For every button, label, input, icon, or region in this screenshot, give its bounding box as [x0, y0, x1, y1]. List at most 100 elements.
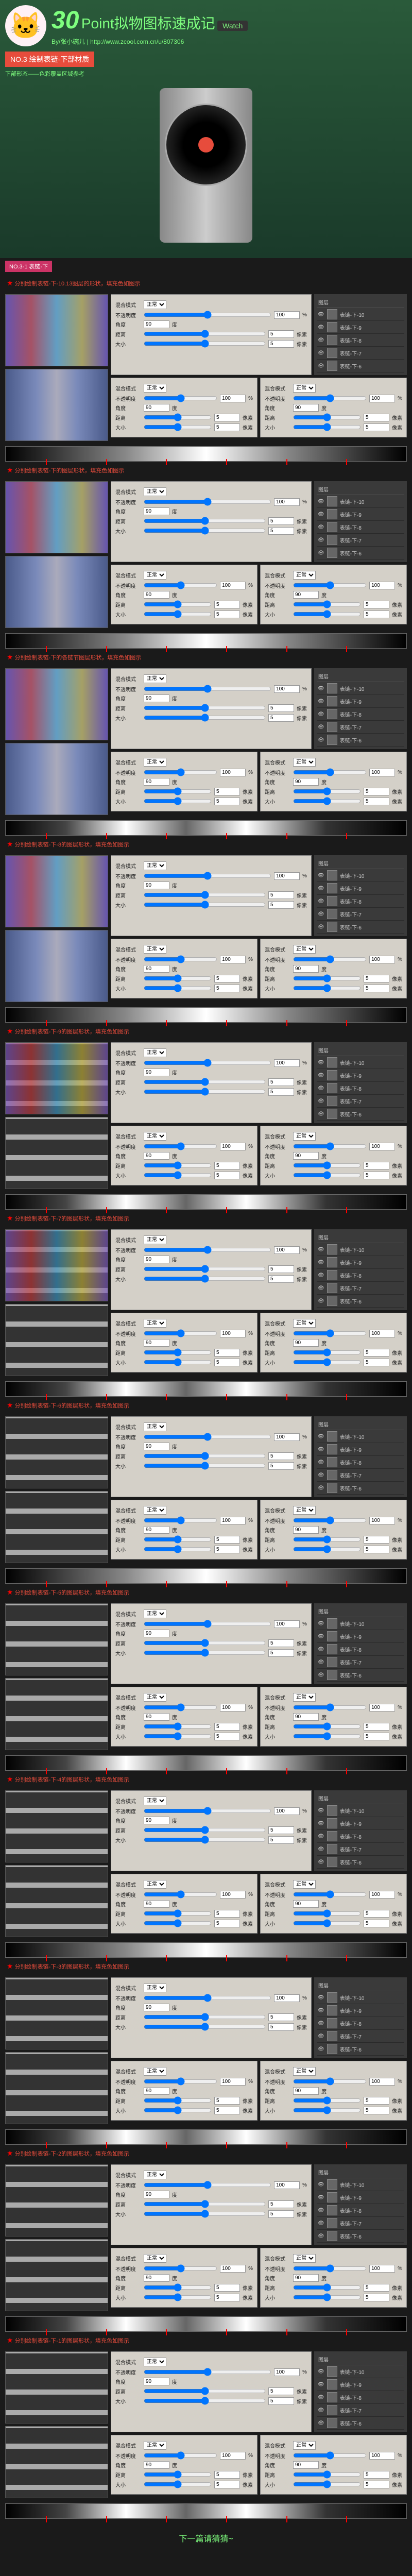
distance-input[interactable]	[268, 1078, 294, 1086]
distance-slider[interactable]	[144, 1265, 266, 1273]
opacity-input[interactable]	[220, 2452, 246, 2460]
size-slider[interactable]	[144, 1088, 266, 1096]
layer-row[interactable]: 👁表链-下-8	[317, 1643, 404, 1656]
distance-slider[interactable]	[144, 413, 212, 421]
gradient-editor[interactable]	[5, 633, 407, 649]
blend-mode-select[interactable]: 正常	[144, 1319, 166, 1328]
blend-mode-select[interactable]: 正常	[144, 2254, 166, 2263]
size-slider[interactable]	[144, 714, 266, 722]
angle-input[interactable]	[144, 320, 169, 328]
opacity-input[interactable]	[274, 1246, 300, 1254]
blend-mode-select[interactable]: 正常	[293, 1693, 316, 1702]
distance-slider[interactable]	[144, 330, 266, 338]
opacity-input[interactable]	[220, 395, 246, 402]
size-input[interactable]	[268, 1088, 294, 1096]
distance-slider[interactable]	[293, 2283, 361, 2292]
distance-slider[interactable]	[144, 2470, 212, 2479]
layer-row[interactable]: 👁表链-下-9	[317, 508, 404, 521]
angle-input[interactable]	[144, 1713, 169, 1721]
distance-input[interactable]	[268, 1452, 294, 1460]
opacity-input[interactable]	[274, 1059, 300, 1067]
opacity-input[interactable]	[369, 582, 395, 589]
opacity-slider[interactable]	[144, 581, 217, 589]
blend-mode-select[interactable]: 正常	[144, 1506, 166, 1515]
angle-input[interactable]	[144, 1900, 169, 1908]
distance-slider[interactable]	[144, 1639, 266, 1647]
distance-input[interactable]	[214, 1723, 240, 1731]
size-slider[interactable]	[144, 610, 212, 618]
layer-row[interactable]: 👁表链-下-7	[317, 1282, 404, 1295]
angle-input[interactable]	[144, 2274, 169, 2282]
blend-mode-select[interactable]: 正常	[144, 2171, 166, 2179]
opacity-input[interactable]	[274, 1433, 300, 1441]
size-input[interactable]	[364, 1546, 389, 1553]
blend-mode-select[interactable]: 正常	[293, 2441, 316, 2450]
angle-input[interactable]	[144, 1443, 169, 1450]
opacity-slider[interactable]	[144, 1142, 217, 1150]
blend-mode-select[interactable]: 正常	[144, 945, 166, 954]
size-slider[interactable]	[144, 2397, 266, 2405]
opacity-input[interactable]	[274, 311, 300, 319]
angle-input[interactable]	[144, 404, 169, 412]
blend-mode-select[interactable]: 正常	[293, 758, 316, 767]
angle-input[interactable]	[144, 882, 169, 889]
layer-row[interactable]: 👁表链-下-8	[317, 521, 404, 534]
distance-input[interactable]	[268, 2013, 294, 2021]
size-input[interactable]	[364, 1172, 389, 1179]
layer-row[interactable]: 👁表链-下-7	[317, 347, 404, 360]
size-slider[interactable]	[144, 901, 266, 909]
layer-row[interactable]: 👁表链-下-6	[317, 547, 404, 560]
distance-slider[interactable]	[144, 1452, 266, 1460]
distance-input[interactable]	[364, 1162, 389, 1170]
angle-input[interactable]	[293, 965, 319, 973]
size-input[interactable]	[268, 527, 294, 535]
opacity-input[interactable]	[220, 956, 246, 963]
opacity-slider[interactable]	[293, 2077, 367, 2086]
size-input[interactable]	[214, 1172, 240, 1179]
distance-input[interactable]	[364, 1723, 389, 1731]
opacity-slider[interactable]	[144, 1246, 271, 1254]
distance-slider[interactable]	[144, 517, 266, 525]
distance-slider[interactable]	[144, 1909, 212, 1918]
layer-row[interactable]: 👁表链-下-6	[317, 1856, 404, 1869]
blend-mode-select[interactable]: 正常	[293, 1506, 316, 1515]
opacity-input[interactable]	[274, 498, 300, 506]
opacity-input[interactable]	[369, 1704, 395, 1711]
layer-row[interactable]: 👁表链-下-7	[317, 1095, 404, 1108]
opacity-slider[interactable]	[144, 1703, 217, 1711]
angle-input[interactable]	[144, 1069, 169, 1076]
angle-input[interactable]	[144, 1630, 169, 1637]
size-input[interactable]	[268, 340, 294, 348]
distance-input[interactable]	[364, 414, 389, 421]
layer-row[interactable]: 👁表链-下-10	[317, 1804, 404, 1817]
size-slider[interactable]	[293, 797, 361, 805]
opacity-input[interactable]	[220, 1330, 246, 1337]
layer-row[interactable]: 👁表链-下-7	[317, 534, 404, 547]
blend-mode-select[interactable]: 正常	[144, 1880, 166, 1889]
opacity-input[interactable]	[220, 1891, 246, 1899]
angle-input[interactable]	[144, 591, 169, 599]
gradient-editor[interactable]	[5, 1942, 407, 1958]
size-input[interactable]	[268, 714, 294, 722]
opacity-slider[interactable]	[144, 1994, 271, 2002]
opacity-slider[interactable]	[144, 1516, 217, 1524]
opacity-input[interactable]	[369, 1143, 395, 1150]
distance-slider[interactable]	[144, 1826, 266, 1834]
size-slider[interactable]	[144, 1732, 212, 1740]
blend-mode-select[interactable]: 正常	[293, 571, 316, 580]
opacity-slider[interactable]	[144, 2451, 217, 2460]
blend-mode-select[interactable]: 正常	[144, 1984, 166, 1992]
blend-mode-select[interactable]: 正常	[293, 1319, 316, 1328]
layer-row[interactable]: 👁表链-下-6	[317, 360, 404, 372]
layer-row[interactable]: 👁表链-下-8	[317, 2017, 404, 2030]
blend-mode-select[interactable]: 正常	[144, 674, 166, 683]
layer-row[interactable]: 👁表链-下-8	[317, 334, 404, 347]
distance-input[interactable]	[268, 1826, 294, 1834]
blend-mode-select[interactable]: 正常	[293, 384, 316, 393]
angle-input[interactable]	[144, 2004, 169, 2011]
layer-row[interactable]: 👁表链-下-6	[317, 2417, 404, 2430]
blend-mode-select[interactable]: 正常	[144, 2358, 166, 2366]
distance-slider[interactable]	[144, 704, 266, 712]
gradient-editor[interactable]	[5, 2503, 407, 2519]
opacity-input[interactable]	[220, 1517, 246, 1524]
